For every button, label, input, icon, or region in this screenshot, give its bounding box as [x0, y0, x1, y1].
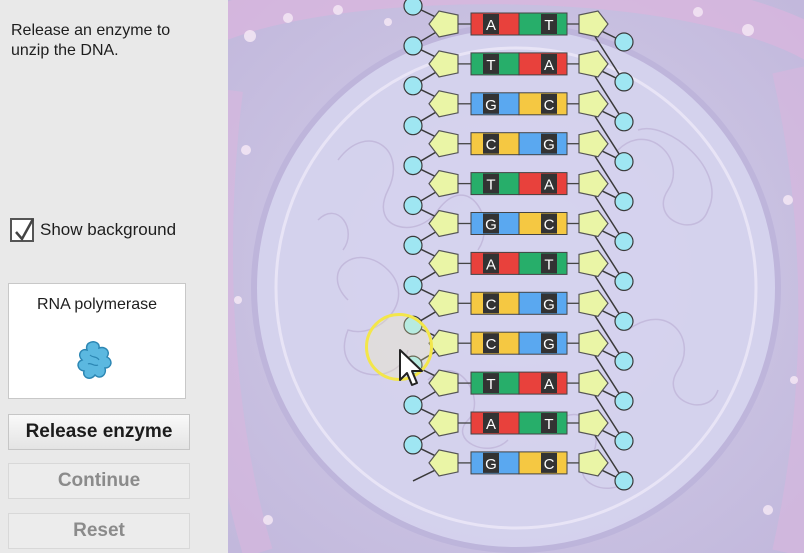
continue-button[interactable]: Continue	[8, 463, 190, 499]
phosphate-right	[614, 311, 634, 331]
base-letter: C	[486, 296, 497, 313]
mouse-cursor-icon	[399, 349, 423, 386]
base-letter: G	[485, 217, 497, 234]
phosphate-left	[403, 275, 423, 295]
phosphate-left	[403, 195, 423, 216]
base-letter: T	[544, 256, 553, 273]
base-letter: T	[486, 177, 495, 194]
base-letter: A	[544, 57, 554, 74]
base-letter: T	[544, 416, 553, 433]
phosphate-left	[403, 0, 423, 16]
base-letter: T	[486, 376, 495, 393]
phosphate-left	[403, 235, 423, 255]
show-background-checkbox[interactable]	[10, 218, 35, 242]
enzyme-title: RNA polymerase	[36, 296, 158, 313]
base-letter: C	[544, 456, 555, 473]
phosphate-left	[403, 156, 423, 176]
base-letter: C	[486, 336, 497, 353]
base-letter: C	[544, 97, 555, 114]
show-background-label: Show background	[40, 220, 177, 239]
base-letter: G	[543, 336, 555, 353]
sidebar: Release an enzyme to unzip the DNA. Show…	[0, 0, 228, 553]
base-letter: G	[485, 456, 497, 473]
base-letter: T	[544, 17, 553, 34]
phosphate-right	[614, 112, 634, 132]
phosphate-right	[614, 391, 634, 411]
base-letter: G	[543, 137, 555, 154]
base-letter: A	[544, 376, 554, 393]
phosphate-left	[403, 395, 423, 415]
cell-background: A T T A G C C G T A G C A T C G C G T A A T G C	[228, 0, 804, 553]
phosphate-right	[614, 351, 634, 371]
checkmark-icon	[15, 218, 35, 242]
base-letter: C	[486, 137, 497, 154]
base-letter: A	[486, 416, 496, 433]
phosphate-right	[614, 431, 634, 451]
phosphate-right	[614, 271, 634, 291]
phosphate-right	[614, 152, 634, 172]
base-letter: A	[486, 17, 496, 34]
phosphate-left	[403, 36, 423, 56]
phosphate-left	[403, 435, 423, 455]
base-letter: A	[544, 177, 554, 194]
phosphate-right	[614, 72, 634, 92]
base-letter: G	[485, 97, 497, 114]
instruction-text: Release an enzyme to unzip the DNA.	[11, 22, 171, 59]
base-letter: A	[486, 256, 496, 273]
phosphate-right	[614, 192, 634, 212]
base-letter: G	[543, 296, 555, 313]
release-enzyme-button[interactable]: Release enzyme	[8, 414, 190, 450]
phosphate-right	[614, 32, 634, 52]
rna-polymerase-icon[interactable]	[75, 340, 115, 382]
phosphate-left	[403, 116, 423, 136]
cell-scene: A T T A G C C G T A G C A T C G C G T A A T G C	[228, 0, 804, 553]
phosphate-left	[403, 76, 423, 96]
base-letter: T	[486, 57, 495, 74]
show-background-toggle[interactable]: Show background	[10, 218, 176, 242]
enzyme-panel: RNA polymerase	[8, 283, 186, 399]
phosphate-right	[614, 231, 634, 252]
base-letter: C	[544, 217, 555, 234]
phosphate-right	[614, 471, 634, 491]
reset-button[interactable]: Reset	[8, 513, 190, 549]
